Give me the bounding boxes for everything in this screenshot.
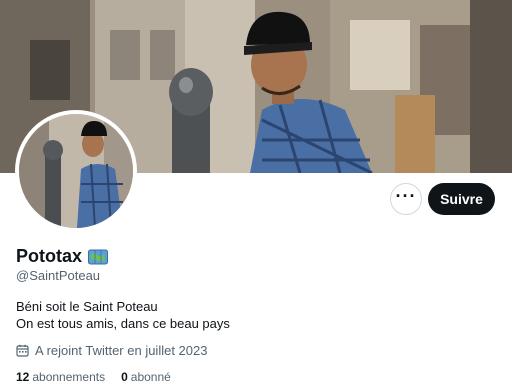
- avatar-photo: [19, 114, 133, 228]
- followers-count: 0: [121, 370, 128, 384]
- map-emoji-icon: [88, 249, 109, 265]
- follow-stats: 12 abonnements 0 abonné: [16, 370, 171, 384]
- avatar[interactable]: [15, 110, 137, 232]
- calendar-icon: [16, 344, 29, 357]
- more-options-button[interactable]: ···: [390, 183, 422, 215]
- followers-link[interactable]: 0 abonné: [121, 370, 171, 384]
- joined-text: A rejoint Twitter en juillet 2023: [35, 343, 208, 358]
- handle: @SaintPoteau: [16, 268, 101, 283]
- following-label: abonnements: [32, 370, 106, 384]
- display-name: Pototax: [16, 246, 109, 267]
- more-options-icon: ···: [395, 185, 417, 206]
- followers-label: abonné: [130, 370, 171, 384]
- display-name-text: Pototax: [16, 246, 83, 266]
- bio-line: On est tous amis, dans ce beau pays: [16, 316, 230, 331]
- following-count: 12: [16, 370, 30, 384]
- bio-line: Béni soit le Saint Poteau: [16, 299, 158, 314]
- bio: Béni soit le Saint Poteau On est tous am…: [16, 298, 230, 332]
- joined-date: A rejoint Twitter en juillet 2023: [16, 343, 207, 358]
- following-link[interactable]: 12 abonnements: [16, 370, 105, 384]
- follow-button[interactable]: Suivre: [428, 183, 495, 215]
